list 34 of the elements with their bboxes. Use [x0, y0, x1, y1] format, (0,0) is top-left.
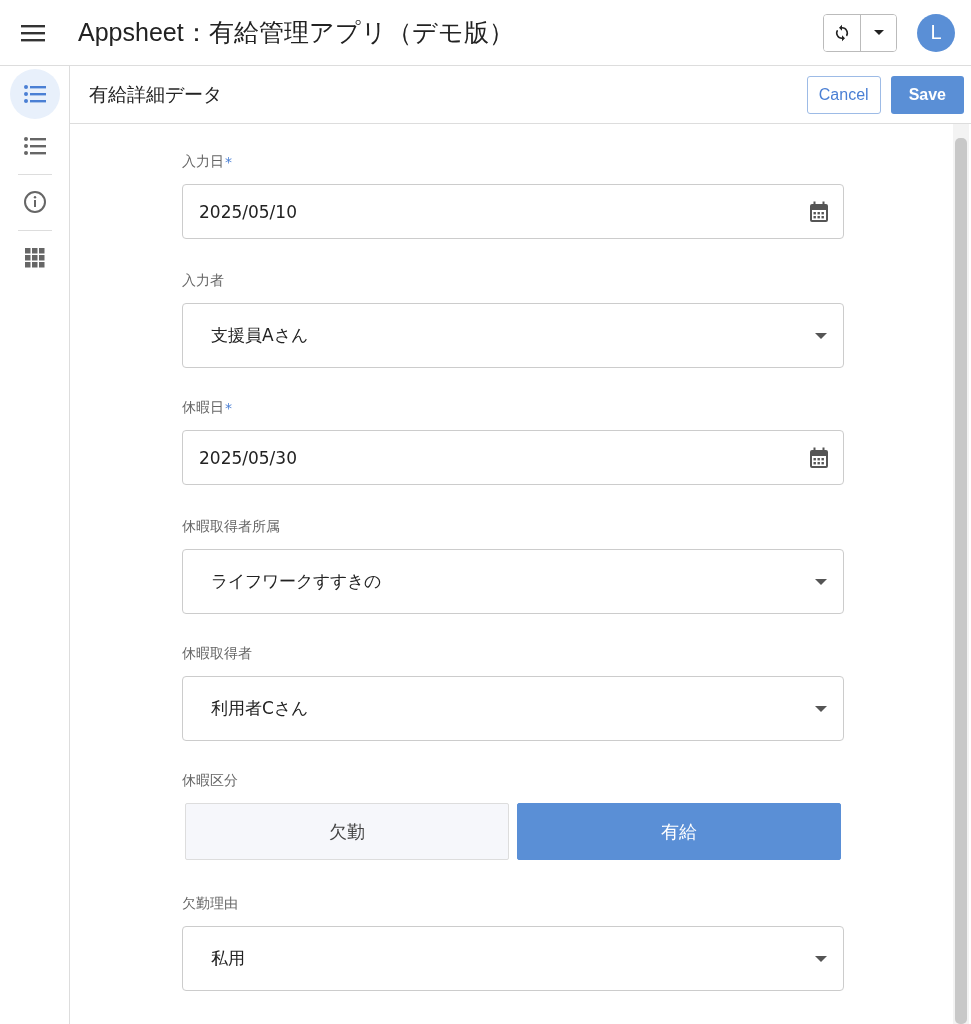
date-field[interactable]: 2025/05/30: [182, 430, 844, 485]
sync-icon: [833, 23, 851, 42]
caret-icon: [815, 955, 827, 962]
caret-icon: [815, 705, 827, 712]
caret-icon: [873, 29, 884, 36]
grid-icon: [24, 248, 45, 268]
field-label: 欠勤理由: [182, 895, 238, 913]
field-label: 休暇取得者: [182, 645, 252, 663]
field-label: 入力者: [182, 272, 224, 290]
app-title: Appsheet：有給管理アプリ（デモ版）: [78, 17, 515, 48]
date-field[interactable]: 2025/05/10: [182, 184, 844, 239]
scrollbar-drawing[interactable]: [953, 124, 969, 1024]
caret-icon: [815, 578, 827, 585]
menu-icon[interactable]: [21, 23, 45, 42]
calendar-icon[interactable]: [809, 200, 829, 223]
list-nav-item[interactable]: [9, 69, 60, 119]
field-label: 休暇取得者所属: [182, 518, 280, 536]
list-icon: [23, 85, 46, 103]
select-field[interactable]: ライフワークすすきの: [182, 549, 844, 614]
select-field[interactable]: 私用: [182, 926, 844, 991]
form-title: 有給詳細データ: [89, 81, 223, 107]
info-icon: [22, 190, 47, 214]
select-field[interactable]: 支援員Aさん: [182, 303, 844, 368]
list-icon: [23, 137, 46, 155]
caret-icon: [815, 332, 827, 339]
field-label: 入力日: [182, 153, 224, 171]
cancel-button[interactable]: Cancel: [806, 75, 881, 114]
required-mark: *: [225, 400, 232, 416]
select-field[interactable]: 利用者Cさん: [182, 676, 844, 741]
calendar-icon[interactable]: [809, 446, 829, 469]
choice-button[interactable]: 欠勤: [185, 803, 509, 860]
required-mark: *: [225, 154, 232, 170]
field-label: 休暇区分: [182, 772, 238, 790]
field-label: 休暇日: [182, 399, 224, 417]
